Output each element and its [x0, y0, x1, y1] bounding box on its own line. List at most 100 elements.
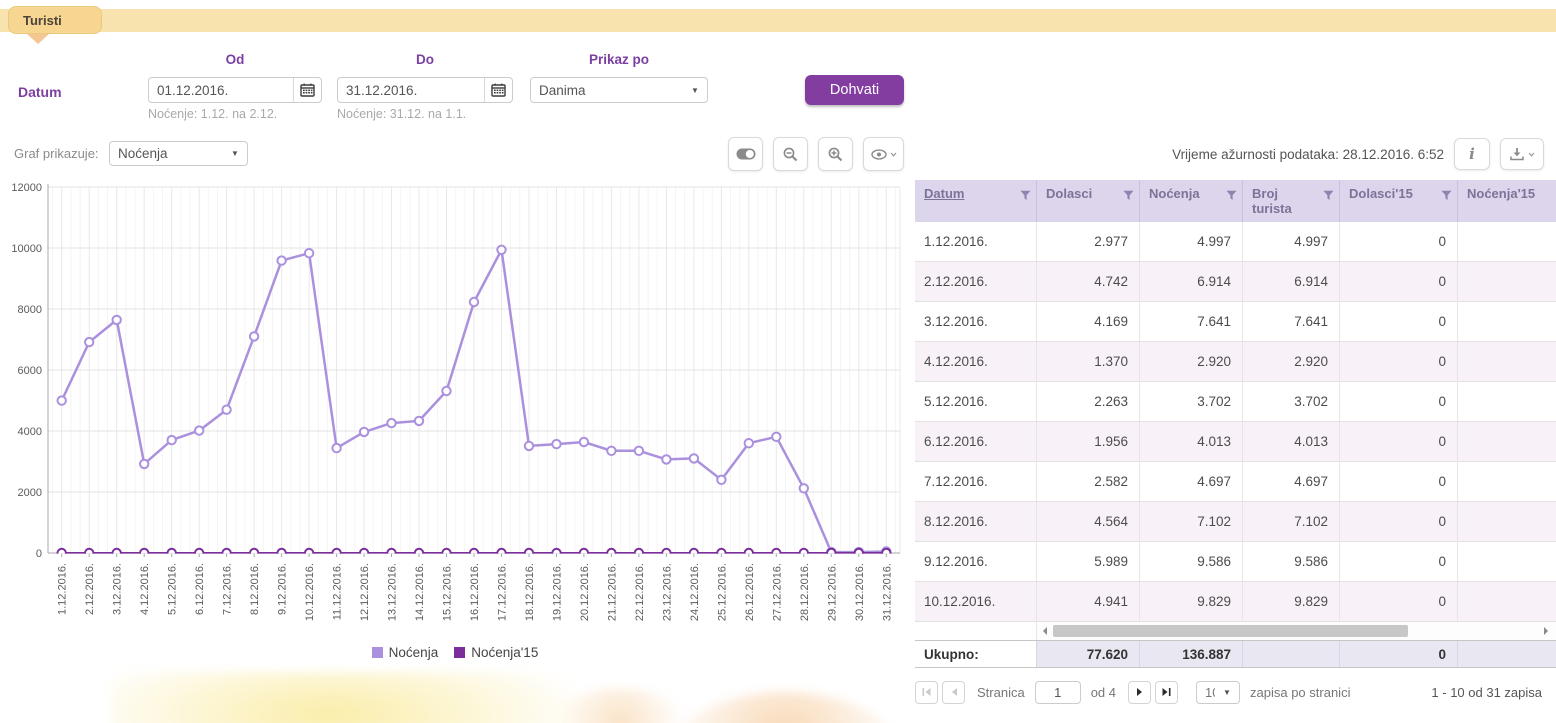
table-row[interactable]: 4.12.2016.1.3702.9202.9200: [915, 342, 1556, 382]
per-page-label: zapisa po stranici: [1250, 685, 1350, 700]
chevron-down-icon: [890, 152, 897, 157]
zoom-in-icon: [828, 147, 843, 162]
total-cell: 136.887: [1140, 641, 1243, 667]
date-to-input[interactable]: [338, 78, 484, 102]
scroll-left-icon[interactable]: [1041, 624, 1048, 642]
series-toggle-button[interactable]: [728, 137, 763, 171]
total-cell: [1458, 641, 1556, 667]
table-row[interactable]: 10.12.2016.4.9419.8299.8290: [915, 582, 1556, 622]
pagination-bar: Stranica od 4 10 ▼ zapisa po stranici 1 …: [915, 678, 1548, 706]
svg-text:29.12.2016.: 29.12.2016.: [826, 563, 838, 621]
zoom-in-button[interactable]: [818, 137, 853, 171]
page-size-select[interactable]: 10 ▼: [1196, 681, 1240, 704]
table-row[interactable]: 9.12.2016.5.9899.5869.5860: [915, 542, 1556, 582]
table-row[interactable]: 1.12.2016.2.9774.9974.9970: [915, 222, 1556, 262]
prev-page-button[interactable]: [942, 681, 965, 704]
svg-text:22.12.2016.: 22.12.2016.: [634, 563, 646, 621]
svg-text:10.12.2016.: 10.12.2016.: [304, 563, 316, 621]
table-cell: 9.829: [1243, 582, 1340, 622]
info-button[interactable]: i: [1454, 138, 1490, 170]
chevron-down-icon: ▼: [1215, 682, 1239, 703]
horizontal-scrollbar[interactable]: [1037, 622, 1556, 640]
legend-label: Noćenja'15: [471, 645, 538, 660]
funnel-icon[interactable]: [1323, 190, 1334, 201]
legend-item-nocenja[interactable]: Noćenja: [372, 645, 439, 660]
svg-text:23.12.2016.: 23.12.2016.: [661, 563, 673, 621]
eye-icon: [871, 149, 887, 160]
scroll-right-icon[interactable]: [1543, 624, 1550, 642]
chevron-down-icon: [1528, 152, 1535, 157]
calendar-icon[interactable]: [484, 78, 512, 102]
column-header[interactable]: Dolasci'15: [1340, 180, 1458, 222]
table-row[interactable]: 6.12.2016.1.9564.0134.0130: [915, 422, 1556, 462]
table-cell: [1458, 542, 1556, 582]
table-cell: 2.263: [1037, 382, 1140, 422]
tab-turisti[interactable]: Turisti: [8, 6, 102, 34]
display-by-select[interactable]: Danima ▼: [530, 77, 708, 103]
scroll-spacer: [915, 622, 1037, 640]
table-row[interactable]: 5.12.2016.2.2633.7023.7020: [915, 382, 1556, 422]
column-header-label[interactable]: Datum: [924, 186, 964, 201]
data-updated-text: Vrijeme ažurnosti podataka: 28.12.2016. …: [1172, 147, 1444, 162]
svg-text:28.12.2016.: 28.12.2016.: [799, 563, 811, 621]
table-row[interactable]: 3.12.2016.4.1697.6417.6410: [915, 302, 1556, 342]
date-from-input[interactable]: [149, 78, 293, 102]
table-hscroll-row: [915, 622, 1556, 640]
funnel-icon[interactable]: [1226, 190, 1237, 201]
funnel-icon[interactable]: [1123, 190, 1134, 201]
legend-label: Noćenja: [389, 645, 439, 660]
scrollbar-thumb[interactable]: [1053, 625, 1408, 637]
chart-legend: Noćenja Noćenja'15: [0, 645, 910, 660]
download-button[interactable]: [1500, 138, 1544, 170]
table-cell: 2.582: [1037, 462, 1140, 502]
table-row[interactable]: 2.12.2016.4.7426.9146.9140: [915, 262, 1556, 302]
svg-text:10000: 10000: [11, 243, 42, 255]
column-header[interactable]: Noćenja: [1140, 180, 1243, 222]
table-cell: [1458, 382, 1556, 422]
table-row[interactable]: 8.12.2016.4.5647.1027.1020: [915, 502, 1556, 542]
svg-text:6.12.2016.: 6.12.2016.: [194, 563, 206, 615]
svg-text:12000: 12000: [11, 183, 42, 194]
table-cell: 3.12.2016.: [915, 302, 1037, 342]
svg-text:25.12.2016.: 25.12.2016.: [716, 563, 728, 621]
visibility-button[interactable]: [863, 137, 904, 171]
column-header[interactable]: Dolasci: [1037, 180, 1140, 222]
svg-text:18.12.2016.: 18.12.2016.: [524, 563, 536, 621]
column-header-label: Noćenja'15: [1467, 186, 1535, 201]
table-cell: 7.102: [1243, 502, 1340, 542]
column-header[interactable]: Broj turista: [1243, 180, 1340, 222]
svg-text:26.12.2016.: 26.12.2016.: [744, 563, 756, 621]
table-cell: 0: [1340, 222, 1458, 262]
tab-label: Turisti: [23, 13, 62, 28]
legend-item-nocenja15[interactable]: Noćenja'15: [454, 645, 538, 660]
next-page-button[interactable]: [1128, 681, 1151, 704]
table-cell: 6.914: [1140, 262, 1243, 302]
table-cell: 2.920: [1243, 342, 1340, 382]
table-cell: 4.013: [1243, 422, 1340, 462]
records-range-label: 1 - 10 od 31 zapisa: [1431, 685, 1542, 700]
chart-metric-select[interactable]: Noćenja ▼: [109, 141, 248, 166]
column-header[interactable]: Noćenja'15: [1458, 180, 1556, 222]
table-cell: 0: [1340, 462, 1458, 502]
page-number-input[interactable]: [1035, 681, 1081, 704]
last-page-button[interactable]: [1155, 681, 1178, 704]
table-cell: 3.702: [1243, 382, 1340, 422]
total-cell: 77.620: [1037, 641, 1140, 667]
table-cell: 4.697: [1140, 462, 1243, 502]
table-cell: 0: [1340, 262, 1458, 302]
first-page-button[interactable]: [915, 681, 938, 704]
funnel-icon[interactable]: [1020, 190, 1031, 201]
svg-text:2000: 2000: [18, 487, 42, 499]
svg-text:31.12.2016.: 31.12.2016.: [881, 563, 893, 621]
from-hint: Noćenje: 1.12. na 2.12.: [148, 107, 277, 121]
svg-text:2.12.2016.: 2.12.2016.: [84, 563, 96, 615]
svg-text:17.12.2016.: 17.12.2016.: [497, 563, 509, 621]
column-header[interactable]: Datum: [915, 180, 1037, 222]
funnel-icon[interactable]: [1441, 190, 1452, 201]
chart-canvas[interactable]: 0200040006000800010000120001.12.2016.2.1…: [4, 183, 910, 648]
calendar-icon[interactable]: [293, 78, 321, 102]
total-cell: [1243, 641, 1340, 667]
fetch-button[interactable]: Dohvati: [805, 75, 904, 105]
table-row[interactable]: 7.12.2016.2.5824.6974.6970: [915, 462, 1556, 502]
zoom-out-button[interactable]: [773, 137, 808, 171]
